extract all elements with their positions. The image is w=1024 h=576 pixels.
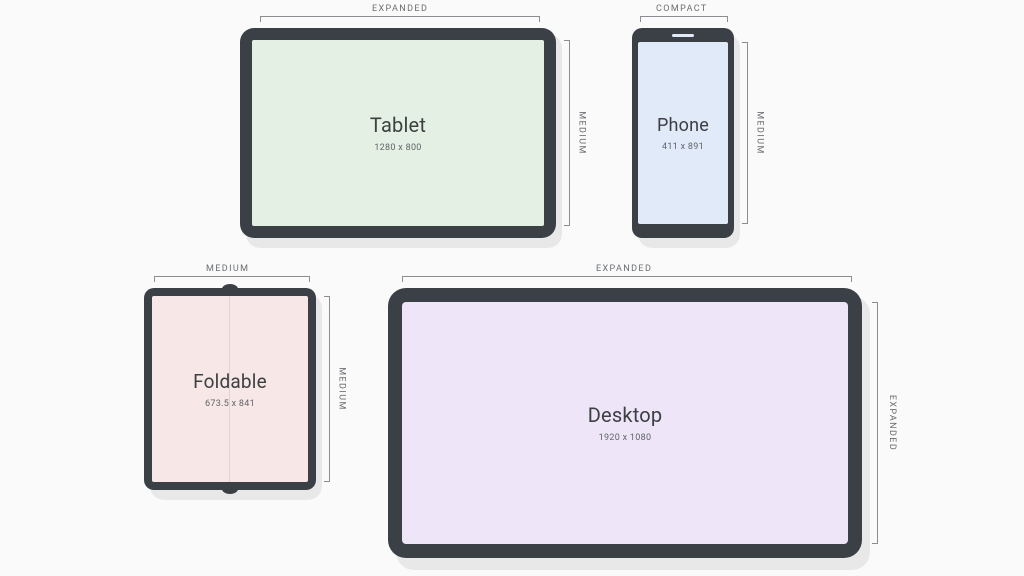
phone-screen: Phone 411 x 891 (638, 42, 728, 224)
foldable-device: MEDIUM Foldable 673.5 x 841 MEDIUM (144, 288, 334, 508)
foldable-hinge-top (222, 284, 238, 294)
foldable-name: Foldable (193, 370, 267, 393)
desktop-resolution: 1920 x 1080 (599, 433, 652, 443)
desktop-name: Desktop (588, 403, 663, 427)
tablet-resolution: 1280 x 800 (374, 143, 421, 153)
tablet-name: Tablet (370, 113, 426, 137)
tablet-height-bracket (564, 40, 570, 226)
foldable-height-label: MEDIUM (337, 367, 347, 410)
foldable-fold-line (229, 296, 230, 482)
foldable-height-bracket (324, 296, 330, 482)
tablet-device: EXPANDED Tablet 1280 x 800 MEDIUM (240, 28, 560, 248)
desktop-width-bracket (402, 276, 852, 282)
phone-speaker (672, 34, 694, 37)
phone-name: Phone (657, 115, 709, 136)
phone-width-bracket (640, 16, 728, 22)
phone-resolution: 411 x 891 (662, 142, 704, 152)
phone-height-bracket (742, 42, 748, 224)
tablet-width-label: EXPANDED (372, 4, 428, 14)
foldable-width-label: MEDIUM (206, 264, 249, 274)
desktop-height-bracket (872, 302, 878, 544)
desktop-screen: Desktop 1920 x 1080 (402, 302, 848, 544)
foldable-hinge-bottom (222, 484, 238, 494)
tablet-height-label: MEDIUM (577, 111, 587, 154)
phone-device: COMPACT Phone 411 x 891 MEDIUM (632, 28, 752, 248)
desktop-width-label: EXPANDED (596, 264, 652, 274)
desktop-device: EXPANDED Desktop 1920 x 1080 EXPANDED (388, 288, 888, 568)
phone-height-label: MEDIUM (755, 111, 765, 154)
tablet-screen: Tablet 1280 x 800 (252, 40, 544, 226)
tablet-width-bracket (260, 16, 540, 22)
foldable-screen: Foldable 673.5 x 841 (152, 296, 308, 482)
desktop-height-label: EXPANDED (887, 395, 897, 451)
phone-width-label: COMPACT (656, 4, 708, 14)
foldable-width-bracket (154, 276, 310, 282)
